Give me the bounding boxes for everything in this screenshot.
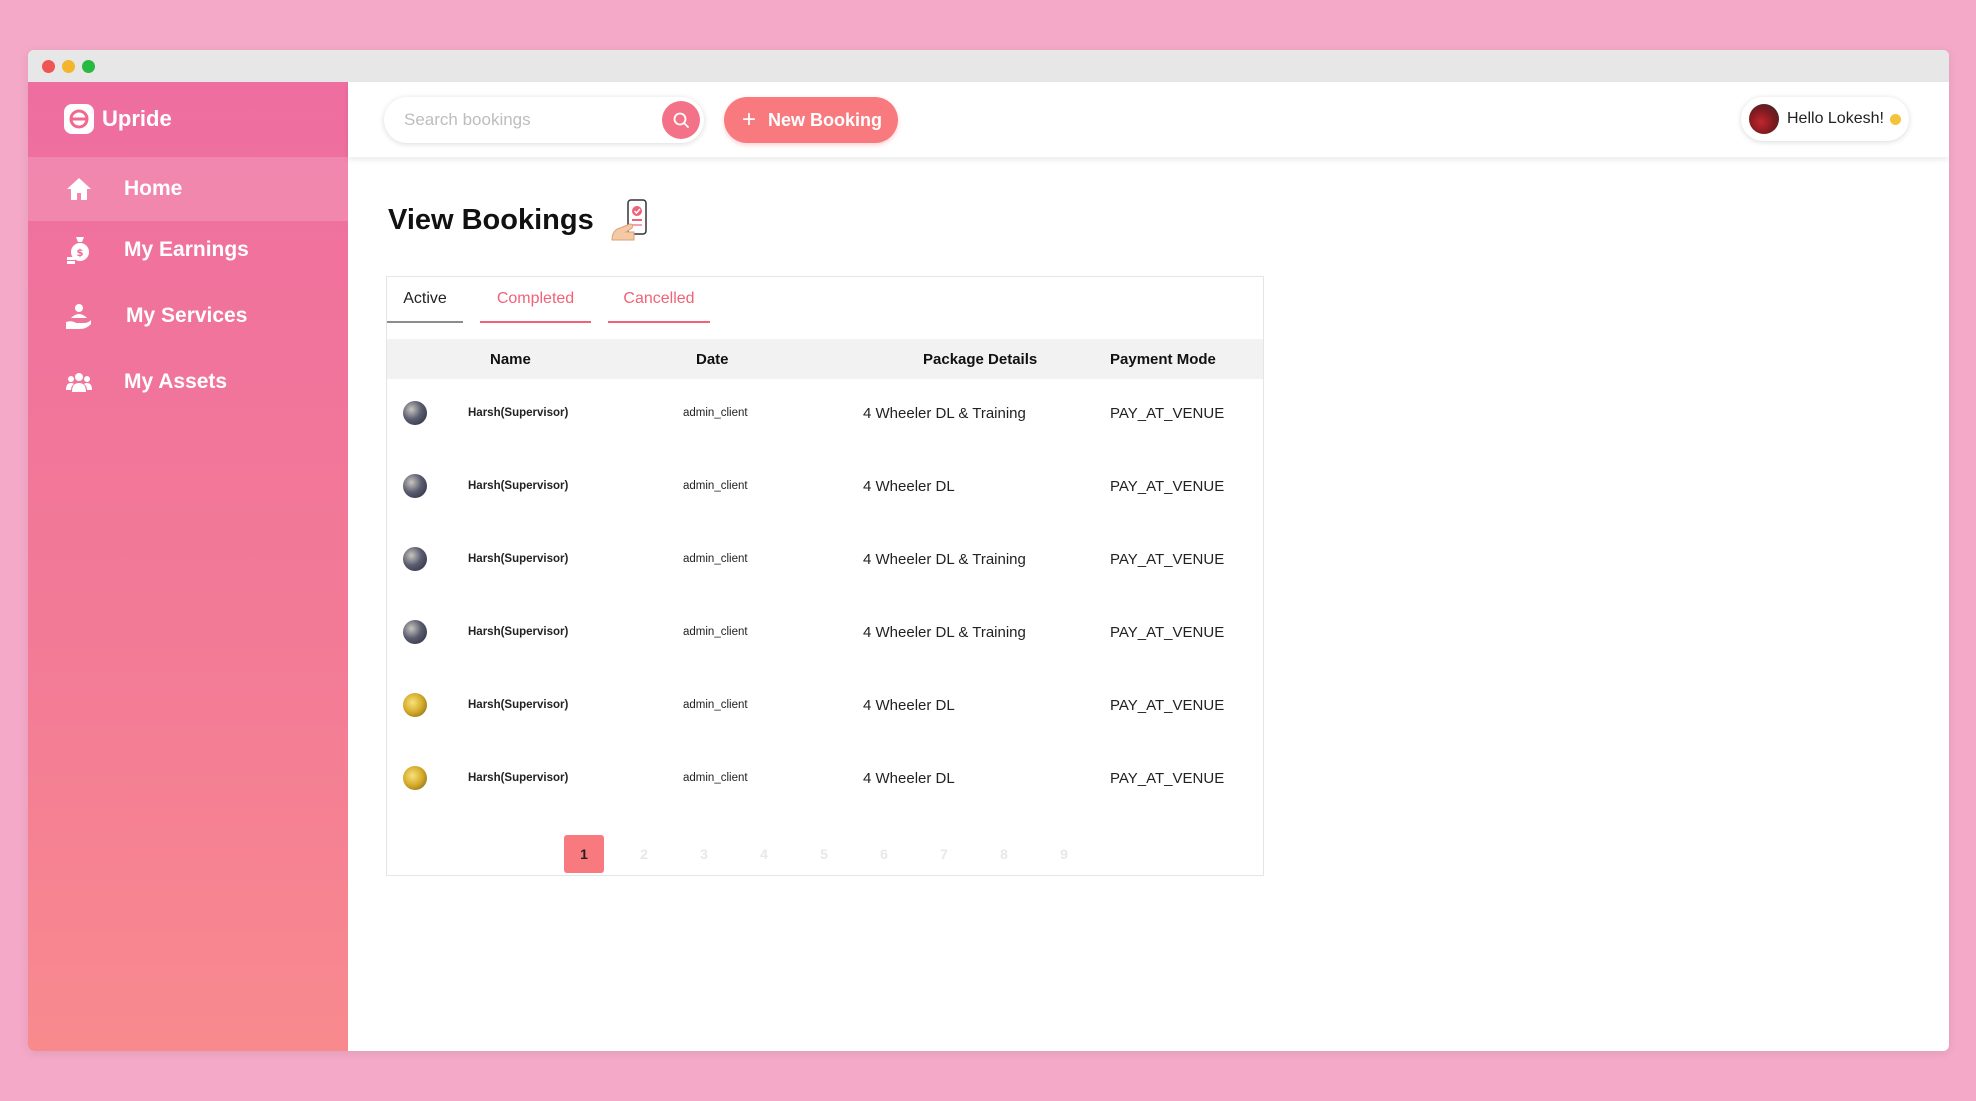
cell-date: admin_client [683, 626, 748, 638]
cell-package: 4 Wheeler DL & Training [863, 405, 1026, 422]
column-header-package: Package Details [923, 351, 1038, 368]
search-input[interactable] [404, 109, 644, 131]
tab-completed[interactable]: Completed [480, 277, 591, 323]
page-button-6[interactable]: 6 [864, 835, 904, 873]
browser-window: Upride Home $ My Earnings My Services My… [28, 50, 1949, 1051]
new-booking-label: New Booking [768, 109, 883, 130]
table-row[interactable]: Harsh(Supervisor) admin_client 4 Wheeler… [387, 598, 1263, 671]
sidebar-item-label: My Assets [124, 370, 228, 393]
search-icon [673, 112, 689, 128]
page-button-2[interactable]: 2 [624, 835, 664, 873]
minimize-window-button[interactable] [62, 60, 75, 73]
phone-booking-icon [611, 199, 647, 241]
waving-hand-icon [1889, 113, 1901, 125]
page-button-4[interactable]: 4 [744, 835, 784, 873]
cell-payment: PAY_AT_VENUE [1110, 624, 1225, 641]
cell-payment: PAY_AT_VENUE [1110, 551, 1225, 568]
steering-wheel-icon [64, 104, 94, 134]
cell-name: Harsh(Supervisor) [468, 407, 569, 419]
avatar [403, 547, 427, 571]
page-button-8[interactable]: 8 [984, 835, 1024, 873]
avatar [403, 474, 427, 498]
avatar [403, 766, 427, 790]
cell-date: admin_client [683, 553, 748, 565]
page-button-9[interactable]: 9 [1044, 835, 1084, 873]
greeting-text: Hello Lokesh! [1787, 110, 1884, 127]
tab-label: Active [403, 290, 447, 307]
brand-logo[interactable]: Upride [64, 103, 172, 135]
page-button-5[interactable]: 5 [804, 835, 844, 873]
avatar [1749, 104, 1779, 134]
cell-date: admin_client [683, 772, 748, 784]
cell-package: 4 Wheeler DL & Training [863, 551, 1026, 568]
sidebar-item-assets[interactable]: My Assets [28, 350, 348, 414]
cell-name: Harsh(Supervisor) [468, 699, 569, 711]
table-row[interactable]: Harsh(Supervisor) admin_client 4 Wheeler… [387, 525, 1263, 598]
sidebar: Upride Home $ My Earnings My Services My… [28, 82, 348, 1051]
money-bag-icon: $ [64, 235, 94, 265]
brand-name: Upride [102, 106, 172, 131]
sidebar-item-services[interactable]: My Services [28, 284, 348, 348]
avatar [403, 620, 427, 644]
avatar [403, 401, 427, 425]
sidebar-item-label: Home [124, 177, 183, 200]
sidebar-item-earnings[interactable]: $ My Earnings [28, 218, 348, 282]
page-button-7[interactable]: 7 [924, 835, 964, 873]
cell-package: 4 Wheeler DL [863, 697, 955, 714]
plus-icon: + [742, 106, 757, 133]
svg-text:$: $ [77, 248, 84, 259]
hand-service-icon [64, 301, 94, 331]
cell-name: Harsh(Supervisor) [468, 626, 569, 638]
cell-payment: PAY_AT_VENUE [1110, 405, 1225, 422]
table-header: Name Date Package Details Payment Mode [387, 339, 1263, 379]
close-window-button[interactable] [42, 60, 55, 73]
maximize-window-button[interactable] [82, 60, 95, 73]
cell-date: admin_client [683, 699, 748, 711]
cell-date: admin_client [683, 480, 748, 492]
cell-payment: PAY_AT_VENUE [1110, 770, 1225, 787]
top-bar: + New Booking Hello Lokesh! [348, 82, 1949, 157]
group-icon [64, 367, 94, 397]
cell-package: 4 Wheeler DL [863, 770, 955, 787]
tab-label: Cancelled [623, 290, 695, 307]
page-title: View Bookings [388, 196, 656, 244]
page-button-3[interactable]: 3 [684, 835, 724, 873]
table-row[interactable]: Harsh(Supervisor) admin_client 4 Wheeler… [387, 671, 1263, 744]
tab-cancelled[interactable]: Cancelled [608, 277, 710, 323]
tab-active[interactable]: Active [387, 277, 463, 323]
page-title-text: View Bookings [388, 203, 594, 236]
cell-date: admin_client [683, 407, 748, 419]
cell-package: 4 Wheeler DL & Training [863, 624, 1026, 641]
bookings-panel: Active Completed Cancelled Name Date Pac… [386, 276, 1264, 876]
cell-name: Harsh(Supervisor) [468, 480, 569, 492]
cell-payment: PAY_AT_VENUE [1110, 478, 1225, 495]
column-header-payment: Payment Mode [1110, 351, 1216, 368]
sidebar-item-home[interactable]: Home [28, 157, 348, 221]
search-box [384, 97, 704, 143]
cell-name: Harsh(Supervisor) [468, 553, 569, 565]
sidebar-item-label: My Earnings [124, 238, 249, 261]
page-button-1[interactable]: 1 [564, 835, 604, 873]
window-titlebar [28, 50, 1949, 82]
sidebar-item-label: My Services [126, 304, 248, 327]
cell-payment: PAY_AT_VENUE [1110, 697, 1225, 714]
search-button[interactable] [662, 101, 700, 139]
table-row[interactable]: Harsh(Supervisor) admin_client 4 Wheeler… [387, 379, 1263, 452]
table-row[interactable]: Harsh(Supervisor) admin_client 4 Wheeler… [387, 452, 1263, 525]
home-icon [64, 174, 94, 204]
new-booking-button[interactable]: + New Booking [724, 97, 898, 143]
cell-package: 4 Wheeler DL [863, 478, 955, 495]
tab-label: Completed [496, 290, 575, 307]
column-header-name: Name [490, 351, 531, 368]
user-menu[interactable]: Hello Lokesh! [1741, 97, 1909, 141]
cell-name: Harsh(Supervisor) [468, 772, 569, 784]
table-row[interactable]: Harsh(Supervisor) admin_client 4 Wheeler… [387, 744, 1263, 817]
avatar [403, 693, 427, 717]
column-header-date: Date [696, 351, 729, 368]
